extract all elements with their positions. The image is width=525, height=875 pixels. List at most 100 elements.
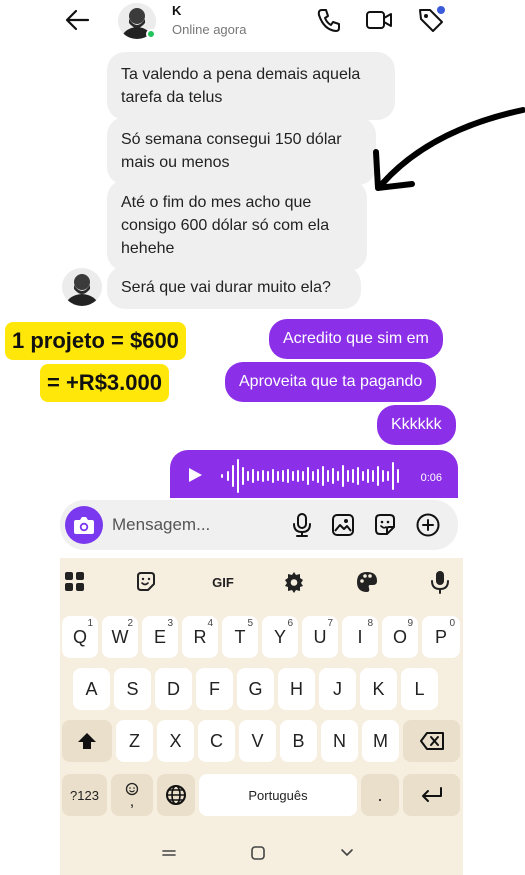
message-composer [60, 500, 458, 550]
incoming-message[interactable]: Será que vai durar muito ela? [107, 266, 361, 309]
earnings-annotation-line2: = +R$3.000 [40, 364, 169, 402]
outgoing-message[interactable]: Aproveita que ta pagando [225, 362, 437, 402]
online-indicator [146, 29, 156, 39]
camera-button[interactable] [65, 506, 103, 544]
space-key[interactable]: Português [199, 774, 357, 816]
key-hint: 9 [407, 618, 413, 629]
enter-key[interactable] [403, 774, 460, 816]
symbols-key[interactable]: ?123 [62, 774, 107, 816]
add-attachment-button[interactable] [415, 512, 441, 538]
key-hint: 6 [287, 618, 293, 629]
earnings-annotation-line1: 1 projeto = $600 [5, 322, 186, 360]
key-f[interactable]: F [196, 668, 233, 710]
key-hint: 0 [449, 618, 455, 629]
key-s[interactable]: S [114, 668, 151, 710]
key-z[interactable]: Z [116, 720, 153, 762]
outgoing-message[interactable]: Acredito que sim em [269, 319, 443, 359]
sender-avatar[interactable] [62, 268, 102, 306]
key-hint: 1 [87, 618, 93, 629]
key-j[interactable]: J [319, 668, 356, 710]
backspace-icon [419, 732, 444, 750]
key-l[interactable]: L [401, 668, 438, 710]
nav-menu-icon[interactable] [158, 844, 180, 862]
key-x[interactable]: X [157, 720, 194, 762]
play-icon[interactable] [186, 466, 204, 484]
contact-avatar[interactable] [118, 3, 158, 39]
voice-call-button[interactable] [314, 5, 344, 35]
tag-button[interactable] [416, 5, 446, 35]
nav-home-icon[interactable] [247, 844, 269, 862]
contact-name[interactable]: K [172, 3, 181, 18]
incoming-message[interactable]: Ta valendo a pena demais aquela tarefa d… [107, 52, 395, 120]
key-label: E [153, 626, 166, 647]
sticker-button[interactable] [372, 512, 398, 538]
key-i[interactable]: I8 [342, 616, 378, 658]
keyboard-settings-button[interactable] [281, 569, 307, 595]
key-hint: 7 [327, 618, 333, 629]
key-label: W [111, 626, 129, 647]
keyboard-sticker-button[interactable] [133, 569, 159, 595]
emoji-key[interactable]: , [111, 774, 153, 816]
keyboard-voice-button[interactable] [427, 569, 453, 595]
key-o[interactable]: O9 [382, 616, 418, 658]
key-label: U [313, 626, 327, 647]
key-r[interactable]: R4 [182, 616, 218, 658]
key-h[interactable]: H [278, 668, 315, 710]
key-label: O [392, 626, 407, 647]
mic-icon [431, 571, 449, 594]
key-t[interactable]: T5 [222, 616, 258, 658]
key-w[interactable]: W2 [102, 616, 138, 658]
outgoing-message[interactable]: Kkkkkk [377, 405, 456, 445]
comma-label: , [129, 793, 135, 810]
key-u[interactable]: U7 [302, 616, 338, 658]
key-g[interactable]: G [237, 668, 274, 710]
microphone-icon [293, 513, 311, 537]
nav-hide-keyboard-icon[interactable] [336, 844, 358, 862]
key-n[interactable]: N [321, 720, 358, 762]
back-arrow-icon [65, 9, 90, 31]
key-m[interactable]: M [362, 720, 399, 762]
enter-icon [421, 787, 442, 802]
key-label: Q [72, 626, 87, 647]
key-label: P [434, 626, 447, 647]
gif-button[interactable]: GIF [206, 569, 240, 595]
key-q[interactable]: Q1 [62, 616, 98, 658]
key-hint: 2 [127, 618, 133, 629]
key-hint: 4 [207, 618, 213, 629]
language-key[interactable] [157, 774, 195, 816]
waveform-icon [221, 459, 399, 493]
chat-header: K Online agora [0, 0, 525, 46]
camera-icon [74, 517, 94, 534]
voice-message[interactable]: 0:06 [170, 450, 458, 498]
key-e[interactable]: E3 [142, 616, 178, 658]
contact-status: Online agora [172, 22, 247, 37]
grid-icon [65, 572, 84, 591]
key-d[interactable]: D [155, 668, 192, 710]
back-button[interactable] [62, 6, 94, 34]
message-input[interactable] [112, 500, 272, 550]
voice-duration: 0:06 [420, 472, 442, 484]
incoming-message[interactable]: Só semana consegui 150 dólar mais ou men… [107, 117, 376, 185]
video-camera-icon [366, 11, 392, 29]
video-call-button[interactable] [364, 5, 394, 35]
key-v[interactable]: V [239, 720, 276, 762]
period-key[interactable]: . [361, 774, 399, 816]
key-label: I [357, 626, 363, 647]
keyboard-menu-button[interactable] [62, 569, 88, 595]
key-c[interactable]: C [198, 720, 235, 762]
shift-key[interactable] [62, 720, 112, 762]
key-k[interactable]: K [360, 668, 397, 710]
keyboard: GIF Q1 W2 E3 R4 T5 Y6 U7 I8 O9 P 0 A S D… [60, 558, 463, 875]
gallery-button[interactable] [330, 512, 356, 538]
incoming-message[interactable]: Até o fim do mes acho que consigo 600 dó… [107, 180, 367, 271]
key-a[interactable]: A [73, 668, 110, 710]
key-p[interactable]: P0 [422, 616, 460, 658]
backspace-key[interactable] [403, 720, 460, 762]
keyboard-theme-button[interactable] [354, 569, 380, 595]
voice-record-button[interactable] [289, 512, 315, 538]
key-label: Y [273, 626, 286, 647]
settings-icon [285, 572, 303, 593]
key-b[interactable]: B [280, 720, 317, 762]
key-y[interactable]: Y6 [262, 616, 298, 658]
notification-dot [437, 6, 445, 14]
